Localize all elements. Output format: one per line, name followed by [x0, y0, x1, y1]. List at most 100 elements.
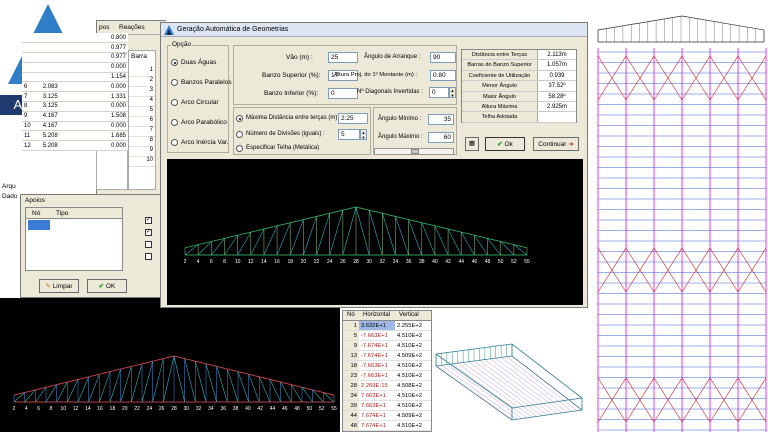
option-arco-circular[interactable]: Arco Circular — [171, 98, 229, 108]
table-row[interactable]: 0.977 — [22, 52, 128, 63]
checkbox-3[interactable] — [145, 241, 152, 248]
option-banzos-paralelos[interactable]: Banzos Paralelos — [171, 78, 232, 88]
result-label: Menor Ângulo — [462, 81, 538, 91]
table-cell: 0.000 — [92, 101, 128, 112]
barra-row[interactable]: 10 — [129, 157, 155, 167]
max-dist-input[interactable]: 2.25 — [338, 113, 368, 124]
checkbox-4[interactable] — [145, 253, 152, 260]
continuar-button[interactable]: Continuar ➜ — [533, 137, 579, 151]
barra-header: Barra — [131, 53, 147, 60]
option-arco-parabolico[interactable]: Arco Parabólico — [171, 118, 229, 128]
node-label: 14 — [85, 406, 91, 412]
table-row[interactable]: 0.977 — [22, 42, 128, 54]
barra-row[interactable]: 6 — [129, 117, 155, 127]
angle-scrollbar[interactable] — [374, 148, 454, 155]
cad-view-bottom: 2 4 6 8 10 12 14 16 18 20 22 24 26 28 30 32 34 36 38 40 42 44… — [0, 298, 340, 432]
reaction-cell: -7.663E+1 — [361, 333, 388, 339]
checkbox-1[interactable]: ✓ — [145, 217, 152, 224]
node-label: 32 — [196, 406, 202, 412]
node-label: 4 — [197, 259, 200, 265]
diagonal-member — [447, 228, 462, 256]
table-row[interactable]: 1.154 — [22, 72, 128, 83]
reaction-row[interactable]: 13 -7.674E+1 4.509E+2 — [343, 351, 431, 361]
reaction-row[interactable]: 18 -7.663E+1 4.510E+2 — [343, 361, 431, 371]
table-row[interactable]: 0.800 — [22, 33, 128, 44]
apoios-ok-button[interactable]: ✔ OK — [87, 279, 127, 293]
reaction-row[interactable]: 28 2.269E-15 4.508E+2 — [343, 381, 431, 391]
table-row[interactable]: 9 4.167 1.508 — [22, 111, 128, 122]
reaction-cell: 4.510E+2 — [397, 373, 422, 379]
reaction-cell: 9 — [343, 341, 359, 350]
banzo-inf-input[interactable]: 0 — [328, 88, 358, 99]
result-value: 58.28º — [548, 93, 566, 100]
barra-row[interactable]: 5 — [129, 107, 155, 117]
barra-row[interactable]: 2 — [129, 77, 155, 87]
barra-row[interactable]: 3 — [129, 87, 155, 97]
reaction-cell: 1 — [343, 321, 359, 330]
purlin-3d — [463, 362, 538, 417]
diagonal-member — [368, 210, 383, 256]
limpar-button[interactable]: ✎ Limpar — [39, 279, 79, 293]
reaction-row[interactable]: 23 -7.663E+1 4.510E+2 — [343, 371, 431, 381]
tab-pos[interactable]: pos — [99, 24, 109, 31]
barra-row[interactable]: 4 — [129, 97, 155, 107]
node-label: 8 — [50, 406, 53, 412]
nodes-grid: 0.800 0.977 0.977 0.000 1.154 6 2.083 0.000 7 3.1… — [22, 33, 128, 152]
barra-row[interactable]: 1 — [129, 67, 155, 77]
reaction-row[interactable]: 34 7.663E+1 4.510E+2 — [343, 391, 431, 401]
reaction-row[interactable]: 1 3.632E+1 2.255E+2 — [343, 321, 431, 331]
ang-max-input[interactable]: 60 — [428, 132, 454, 143]
reaction-row[interactable]: 48 7.674E+1 4.510E+2 — [343, 421, 431, 431]
result-label: Telha Adotada — [462, 112, 538, 122]
diagonal-member — [237, 231, 252, 256]
reaction-cell: 7.674E+1 — [361, 423, 386, 429]
elevation-view — [596, 14, 768, 46]
opcao-title: Opção — [171, 41, 193, 48]
barra-row[interactable]: 7 — [129, 127, 155, 137]
reaction-row[interactable]: 44 7.674E+1 4.509E+2 — [343, 411, 431, 421]
reaction-cell: 4.510E+2 — [397, 423, 422, 429]
menu-dados[interactable]: Dado — [2, 193, 18, 200]
reaction-row[interactable]: 5 -7.663E+1 4.510E+2 — [343, 331, 431, 341]
node-label: 36 — [406, 259, 412, 265]
node-label: 34 — [393, 259, 399, 265]
table-cell: 12 — [22, 140, 41, 152]
node-label: 55 — [524, 259, 530, 265]
option-arco-inercia[interactable]: Arco Inércia Var. — [171, 138, 229, 148]
check-icon: ✔ — [98, 283, 105, 290]
table-cell — [40, 72, 93, 83]
option-num-div[interactable]: Número de Divisões (iguais) : — [236, 130, 340, 140]
table-row[interactable]: 10 4.167 0.000 — [22, 121, 128, 132]
table-cell: 5.208 — [40, 140, 93, 152]
table-row[interactable]: 11 5.208 1.685 — [22, 130, 128, 142]
diag-input[interactable]: 0 — [429, 87, 449, 98]
table-row[interactable]: 8 3.125 0.000 — [22, 101, 128, 112]
reaction-row[interactable]: 9 -7.674E+1 4.510E+2 — [343, 341, 431, 351]
altura-input[interactable]: 0.80 — [430, 70, 456, 81]
ok-button[interactable]: ✔ Ok — [485, 137, 525, 151]
node-label: 38 — [419, 259, 425, 265]
menu-arquivo[interactable]: Arqu — [2, 183, 16, 190]
table-row[interactable]: 6 2.083 0.000 — [22, 81, 128, 93]
ang-max-label: Ângulo Máximo : — [378, 134, 423, 140]
diagonal-member — [152, 358, 164, 403]
num-div-spin[interactable]: ▲ ▼ — [360, 129, 367, 140]
barra-row[interactable]: 9 — [129, 147, 155, 157]
table-cell — [40, 52, 93, 63]
node-label: 16 — [274, 259, 280, 265]
table-row[interactable]: 12 5.208 0.000 — [22, 140, 128, 152]
ang-min-input[interactable]: 35 — [428, 114, 454, 125]
tab-reacoes[interactable]: Reações — [119, 24, 145, 31]
reaction-row[interactable]: 39 7.663E+1 4.510E+2 — [343, 401, 431, 411]
option-duas-aguas[interactable]: Duas Águas — [171, 58, 229, 68]
angulo-arranque-input[interactable]: 90 — [430, 52, 456, 63]
diag-spin[interactable]: ▲ ▼ — [449, 87, 456, 98]
checkbox-2[interactable]: ✓ — [145, 229, 152, 236]
table-row[interactable]: 0.000 — [22, 62, 128, 73]
table-row[interactable]: 7 3.125 1.331 — [22, 91, 128, 103]
vao-input[interactable]: 25 — [328, 52, 358, 63]
num-div-input[interactable]: 5 — [338, 129, 360, 140]
calculator-button[interactable]: ▦ — [465, 137, 479, 151]
option-especificar-telha[interactable]: Especificar Telha (Metálica) — [236, 144, 368, 154]
barra-row[interactable]: 8 — [129, 137, 155, 147]
